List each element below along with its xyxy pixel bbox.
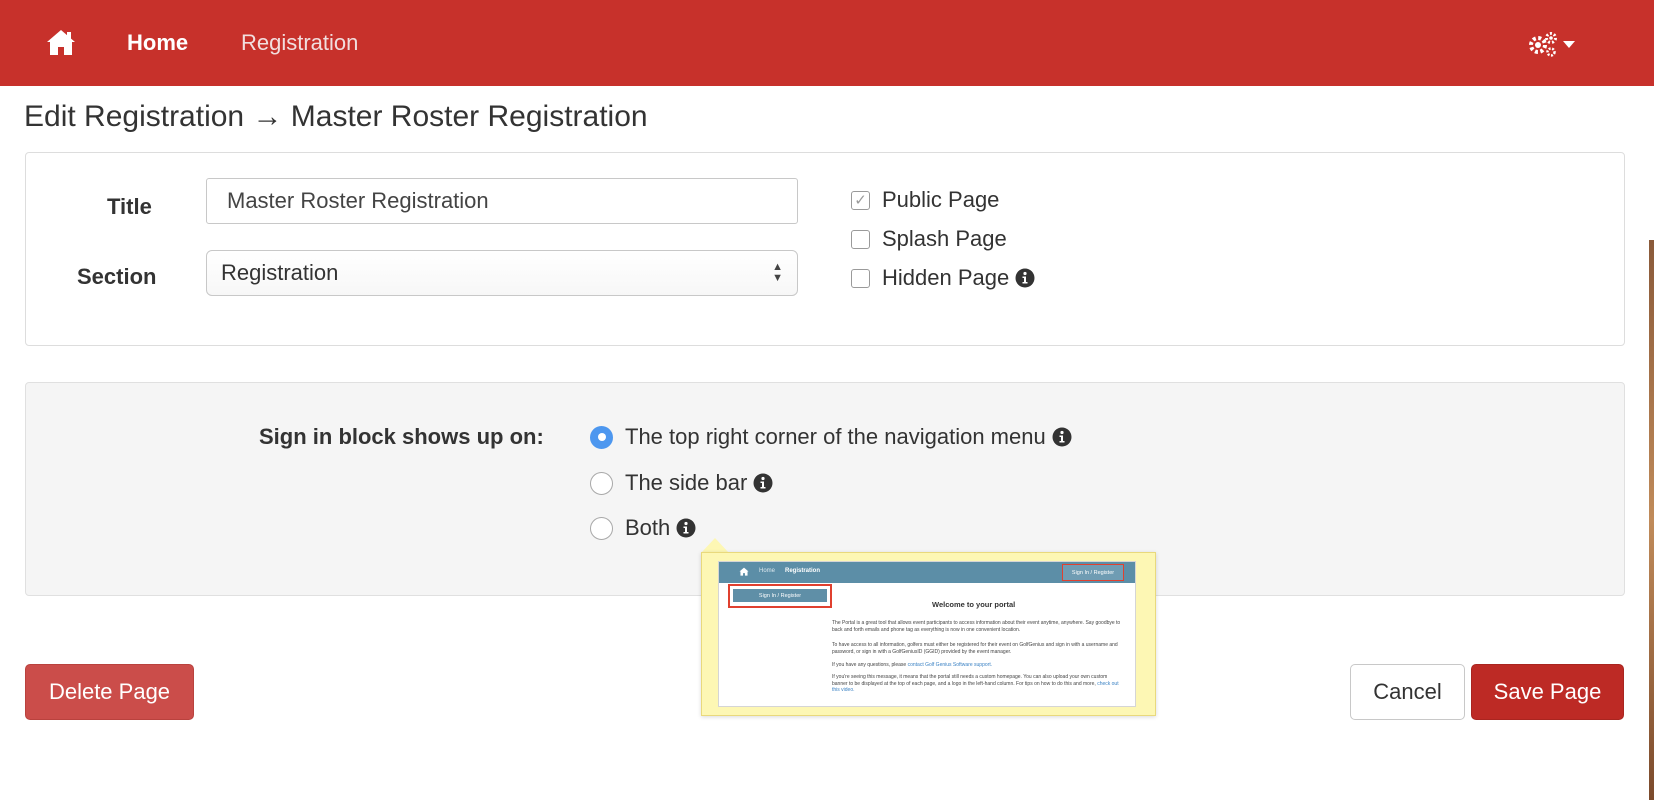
section-select[interactable]: Registration ▲ ▼ bbox=[206, 250, 798, 296]
section-label: Section bbox=[77, 264, 157, 289]
both-radio[interactable] bbox=[590, 516, 613, 540]
preview-text: If you have any questions, please bbox=[832, 662, 907, 668]
splash-page-option[interactable]: Splash Page bbox=[851, 224, 1007, 254]
hidden-page-option[interactable]: Hidden Page bbox=[851, 263, 1035, 293]
caret-down-icon bbox=[1563, 41, 1575, 48]
preview-home-icon bbox=[739, 567, 749, 576]
preview-paragraph: If you're seeing this message, it means … bbox=[832, 674, 1122, 694]
top-navbar: Home Registration bbox=[0, 0, 1654, 86]
splash-page-label: Splash Page bbox=[882, 226, 1007, 251]
preview-welcome-heading: Welcome to your portal bbox=[932, 600, 1016, 609]
save-page-button[interactable]: Save Page bbox=[1471, 664, 1624, 720]
home-icon[interactable] bbox=[46, 28, 76, 56]
both-label: Both bbox=[625, 515, 671, 540]
select-arrows-icon: ▲ ▼ bbox=[772, 261, 783, 284]
info-icon[interactable] bbox=[1015, 268, 1035, 288]
signin-location-label: Sign in block shows up on: bbox=[259, 424, 544, 449]
side-bar-label: The side bar bbox=[625, 470, 748, 495]
splash-page-checkbox[interactable] bbox=[851, 229, 870, 249]
preview-navbar: Home Registration Sign In / Register bbox=[719, 562, 1135, 583]
nav-link-registration[interactable]: Registration bbox=[241, 30, 358, 56]
signin-option-side-bar[interactable]: The side bar bbox=[590, 468, 773, 498]
page-title: Edit Registration → Master Roster Regist… bbox=[24, 100, 648, 133]
preview-paragraph: If you have any questions, please contac… bbox=[832, 662, 1122, 669]
public-page-label: Public Page bbox=[882, 187, 1000, 212]
portal-preview-image: Home Registration Sign In / Register Sig… bbox=[718, 561, 1136, 707]
top-right-label: The top right corner of the navigation m… bbox=[625, 424, 1046, 449]
gears-icon bbox=[1529, 32, 1557, 57]
info-tooltip: Home Registration Sign In / Register Sig… bbox=[701, 552, 1156, 716]
tooltip-arrow bbox=[701, 538, 729, 553]
section-select-value: Registration bbox=[221, 260, 339, 285]
info-icon[interactable] bbox=[676, 518, 696, 538]
delete-page-button[interactable]: Delete Page bbox=[25, 664, 194, 720]
title-input[interactable] bbox=[206, 178, 798, 224]
info-icon[interactable] bbox=[1052, 427, 1072, 447]
preview-nav-registration: Registration bbox=[785, 568, 821, 574]
top-right-radio[interactable] bbox=[590, 425, 613, 449]
cancel-button[interactable]: Cancel bbox=[1350, 664, 1465, 720]
signin-option-top-right[interactable]: The top right corner of the navigation m… bbox=[590, 422, 1072, 452]
preview-signin-side-button: Sign In / Register bbox=[733, 589, 827, 602]
preview-text: If you're seeing this message, it means … bbox=[832, 674, 1108, 687]
preview-paragraph: The Portal is a great tool that allows e… bbox=[832, 620, 1121, 633]
hidden-page-label: Hidden Page bbox=[882, 265, 1010, 290]
info-icon[interactable] bbox=[753, 473, 773, 493]
nav-link-home[interactable]: Home bbox=[127, 30, 188, 56]
preview-signin-top-button: Sign In / Register bbox=[1062, 564, 1124, 581]
preview-support-link: contact Golf Genius Software support. bbox=[907, 662, 993, 668]
window-edge bbox=[1649, 240, 1654, 800]
signin-option-both[interactable]: Both bbox=[590, 513, 696, 543]
public-page-option[interactable]: ✓ Public Page bbox=[851, 185, 999, 215]
side-bar-radio[interactable] bbox=[590, 471, 613, 495]
settings-dropdown[interactable] bbox=[1528, 30, 1580, 58]
preview-paragraph: To have access to all information, golfe… bbox=[832, 642, 1118, 655]
public-page-checkbox[interactable]: ✓ bbox=[851, 190, 870, 210]
title-label: Title bbox=[107, 194, 152, 219]
preview-nav-home: Home bbox=[759, 568, 776, 574]
hidden-page-checkbox[interactable] bbox=[851, 268, 870, 288]
